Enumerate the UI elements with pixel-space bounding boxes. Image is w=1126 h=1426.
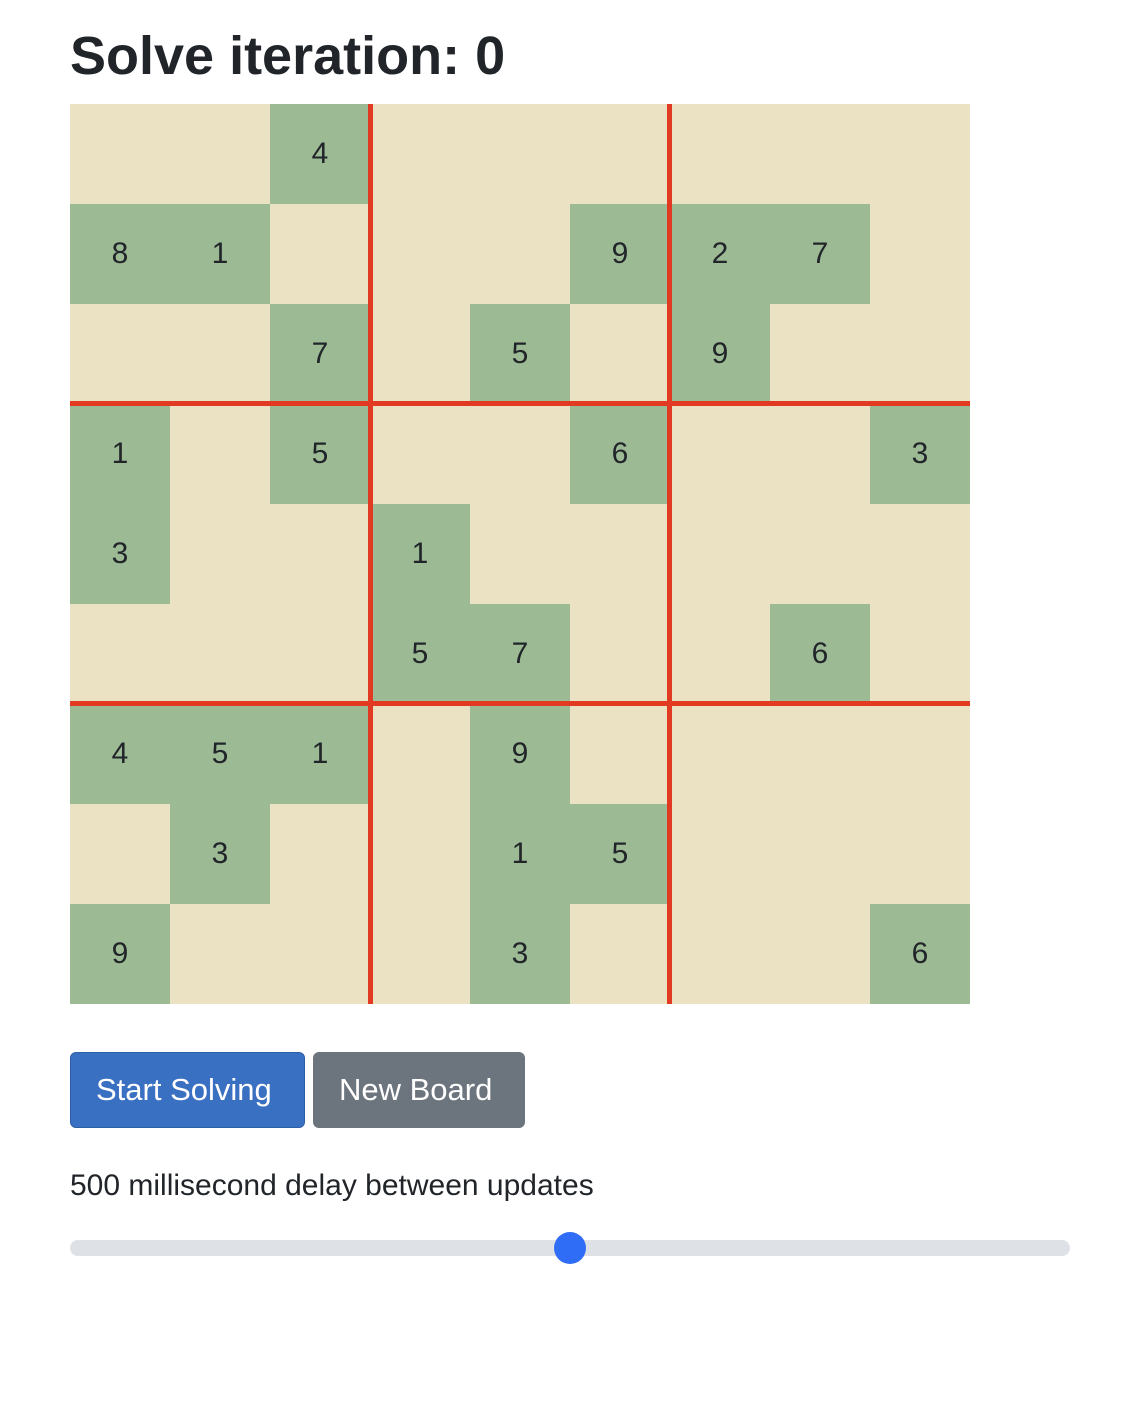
cell-r2-c2: 1: [170, 204, 270, 304]
cell-r8-c2: 3: [170, 804, 270, 904]
cell-r8-c3: [270, 804, 370, 904]
cell-r9-c3: [270, 904, 370, 1004]
cell-r4-c1: 1: [70, 404, 170, 504]
cell-r1-c2: [170, 104, 270, 204]
cell-r2-c3: [270, 204, 370, 304]
cell-r7-c5: 9: [470, 704, 570, 804]
cell-r7-c4: [370, 704, 470, 804]
cell-r6-c9: [870, 604, 970, 704]
cell-r9-c7: [670, 904, 770, 1004]
cell-r1-c7: [670, 104, 770, 204]
cell-r9-c2: [170, 904, 270, 1004]
cell-r9-c8: [770, 904, 870, 1004]
cell-r5-c7: [670, 504, 770, 604]
cell-r8-c4: [370, 804, 470, 904]
delay-slider[interactable]: [70, 1230, 1070, 1266]
cell-r7-c7: [670, 704, 770, 804]
cell-r5-c4: 1: [370, 504, 470, 604]
cell-r7-c8: [770, 704, 870, 804]
cell-r6-c5: 7: [470, 604, 570, 704]
cell-r9-c5: 3: [470, 904, 570, 1004]
cell-r6-c1: [70, 604, 170, 704]
cell-r9-c1: 9: [70, 904, 170, 1004]
cell-r2-c4: [370, 204, 470, 304]
cell-r7-c1: 4: [70, 704, 170, 804]
cell-r6-c4: 5: [370, 604, 470, 704]
cell-r2-c9: [870, 204, 970, 304]
cell-r2-c5: [470, 204, 570, 304]
cell-r3-c5: 5: [470, 304, 570, 404]
cell-r3-c6: [570, 304, 670, 404]
cell-r8-c9: [870, 804, 970, 904]
cell-r5-c5: [470, 504, 570, 604]
cell-r4-c4: [370, 404, 470, 504]
cell-r3-c7: 9: [670, 304, 770, 404]
cell-r3-c8: [770, 304, 870, 404]
cell-r2-c1: 8: [70, 204, 170, 304]
cell-r3-c3: 7: [270, 304, 370, 404]
cell-r1-c5: [470, 104, 570, 204]
cell-r2-c7: 2: [670, 204, 770, 304]
new-board-button[interactable]: New Board: [313, 1052, 525, 1128]
controls: Start Solving New Board: [70, 1052, 525, 1128]
cell-r6-c8: 6: [770, 604, 870, 704]
cell-r4-c5: [470, 404, 570, 504]
cell-r8-c8: [770, 804, 870, 904]
title-prefix: Solve iteration:: [70, 26, 476, 86]
cell-r9-c4: [370, 904, 470, 1004]
page-title: Solve iteration: 0: [70, 26, 505, 86]
cell-r4-c2: [170, 404, 270, 504]
cell-r2-c8: 7: [770, 204, 870, 304]
cell-r9-c9: 6: [870, 904, 970, 1004]
cell-r1-c8: [770, 104, 870, 204]
cell-r4-c6: 6: [570, 404, 670, 504]
cell-r1-c9: [870, 104, 970, 204]
cell-r7-c6: [570, 704, 670, 804]
cell-r5-c6: [570, 504, 670, 604]
cell-r1-c6: [570, 104, 670, 204]
cell-r5-c2: [170, 504, 270, 604]
cell-r8-c6: 5: [570, 804, 670, 904]
cell-r4-c7: [670, 404, 770, 504]
cell-r3-c4: [370, 304, 470, 404]
cell-r8-c1: [70, 804, 170, 904]
cell-r1-c4: [370, 104, 470, 204]
cell-r6-c3: [270, 604, 370, 704]
cell-r5-c8: [770, 504, 870, 604]
iteration-count: 0: [475, 26, 506, 86]
sudoku-board: 4819277591563315764519315936: [70, 104, 970, 1004]
cell-r5-c3: [270, 504, 370, 604]
cell-r3-c2: [170, 304, 270, 404]
cell-r7-c9: [870, 704, 970, 804]
cell-r3-c9: [870, 304, 970, 404]
cell-r9-c6: [570, 904, 670, 1004]
delay-label-suffix: millisecond delay between updates: [120, 1169, 594, 1202]
delay-value: 500: [70, 1169, 121, 1202]
cell-r5-c9: [870, 504, 970, 604]
start-solving-button[interactable]: Start Solving: [70, 1052, 305, 1128]
cell-r6-c6: [570, 604, 670, 704]
cell-r1-c1: [70, 104, 170, 204]
cell-r8-c7: [670, 804, 770, 904]
cell-r5-c1: 3: [70, 504, 170, 604]
cell-r4-c3: 5: [270, 404, 370, 504]
cell-r3-c1: [70, 304, 170, 404]
slider-thumb[interactable]: [554, 1232, 586, 1264]
cell-r1-c3: 4: [270, 104, 370, 204]
cell-r4-c8: [770, 404, 870, 504]
cell-r8-c5: 1: [470, 804, 570, 904]
cell-r2-c6: 9: [570, 204, 670, 304]
cell-r7-c2: 5: [170, 704, 270, 804]
cell-r4-c9: 3: [870, 404, 970, 504]
cell-r6-c2: [170, 604, 270, 704]
delay-label: 500 millisecond delay between updates: [70, 1166, 594, 1206]
cell-r7-c3: 1: [270, 704, 370, 804]
cell-r6-c7: [670, 604, 770, 704]
